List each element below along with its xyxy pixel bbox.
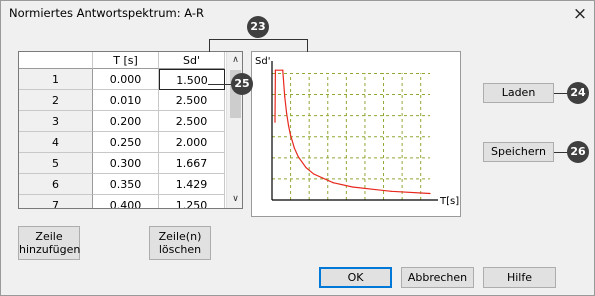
cell-spectral-value[interactable]: 2.000	[159, 132, 225, 153]
cell-period[interactable]: 0.010	[93, 90, 159, 111]
spectrum-point	[274, 121, 276, 123]
row-index[interactable]: 6	[19, 174, 93, 195]
dialog-window: Normiertes Antwortspektrum: A-R × T [s] …	[0, 0, 595, 296]
delete-rows-label: Zeile(n) löschen	[158, 230, 202, 256]
callout-23-line-right	[307, 39, 308, 52]
add-row-button[interactable]: Zeile hinzufügen	[18, 226, 80, 260]
spectrum-curve	[274, 69, 431, 195]
spectrum-point	[282, 69, 284, 71]
spectrum-point	[390, 190, 392, 192]
help-button[interactable]: Hilfe	[483, 267, 556, 288]
cell-period[interactable]: 0.400	[93, 195, 159, 208]
column-header-sd: Sd'	[159, 52, 225, 69]
row-index[interactable]: 4	[19, 132, 93, 153]
spectrum-point	[293, 147, 295, 149]
cell-period[interactable]: 0.000	[93, 69, 159, 90]
add-row-label: Zeile hinzufügen	[19, 230, 81, 256]
column-header-t: T [s]	[93, 52, 159, 69]
cell-spectral-value[interactable]: 2.500	[159, 111, 225, 132]
callout-25-badge: 25	[231, 73, 253, 95]
scroll-down-icon[interactable]: ∨	[227, 191, 242, 208]
dialog-title: Normiertes Antwortspektrum: A-R	[9, 6, 204, 20]
cell-period[interactable]: 0.200	[93, 111, 159, 132]
spectrum-chart: Sd' T[s]	[251, 51, 461, 217]
spectrum-point	[284, 95, 286, 97]
close-icon[interactable]: ×	[567, 1, 593, 27]
row-index[interactable]: 2	[19, 90, 93, 111]
spectrum-table: T [s] Sd' 1 0.000 1.500 2 0.010 2.500 3 0.200 2.…	[18, 51, 243, 209]
spectrum-chart-svg: Sd' T[s]	[255, 56, 459, 207]
delete-rows-button[interactable]: Zeile(n) löschen	[149, 226, 211, 260]
ok-button[interactable]: OK	[319, 267, 392, 288]
spectrum-point	[332, 182, 334, 184]
y-axis-label: Sd'	[255, 56, 270, 67]
callout-23-line	[209, 39, 308, 40]
save-button[interactable]: Speichern	[483, 142, 554, 162]
row-index[interactable]: 3	[19, 111, 93, 132]
callout-26-badge: 26	[567, 141, 589, 163]
cell-period[interactable]: 0.300	[93, 153, 159, 174]
spectrum-point	[287, 125, 290, 127]
spectrum-point	[297, 156, 299, 158]
callout-24-badge: 24	[567, 82, 589, 104]
spectrum-point	[351, 186, 354, 188]
cell-spectral-value[interactable]: 1.500	[159, 69, 225, 90]
spectrum-point	[286, 112, 288, 115]
scroll-up-icon[interactable]: ∧	[227, 52, 242, 69]
row-index[interactable]: 7	[19, 195, 93, 208]
cell-spectral-value[interactable]: 1.667	[159, 153, 225, 174]
spectrum-point	[305, 166, 307, 169]
cell-period[interactable]: 0.350	[93, 174, 159, 195]
callout-23-badge: 23	[247, 16, 269, 38]
x-axis-label: T[s]	[439, 196, 459, 207]
cell-period[interactable]: 0.250	[93, 132, 159, 153]
spectrum-point	[429, 192, 431, 195]
cell-spectral-value[interactable]: 1.429	[159, 174, 225, 195]
cell-spectral-value[interactable]: 2.500	[159, 90, 225, 111]
callout-26-line	[554, 152, 568, 153]
cancel-button[interactable]: Abbrechen	[401, 267, 474, 288]
table-corner	[19, 52, 93, 69]
load-button[interactable]: Laden	[483, 83, 554, 103]
row-index[interactable]: 1	[19, 69, 93, 90]
callout-25-line	[208, 84, 232, 85]
row-index[interactable]: 5	[19, 153, 93, 174]
spectrum-point	[313, 173, 315, 175]
spectrum-point	[274, 69, 276, 71]
callout-23-line-left	[209, 39, 210, 52]
spectrum-point	[289, 134, 292, 136]
callout-24-line	[554, 93, 568, 94]
cell-spectral-value[interactable]: 1.250	[159, 195, 225, 208]
